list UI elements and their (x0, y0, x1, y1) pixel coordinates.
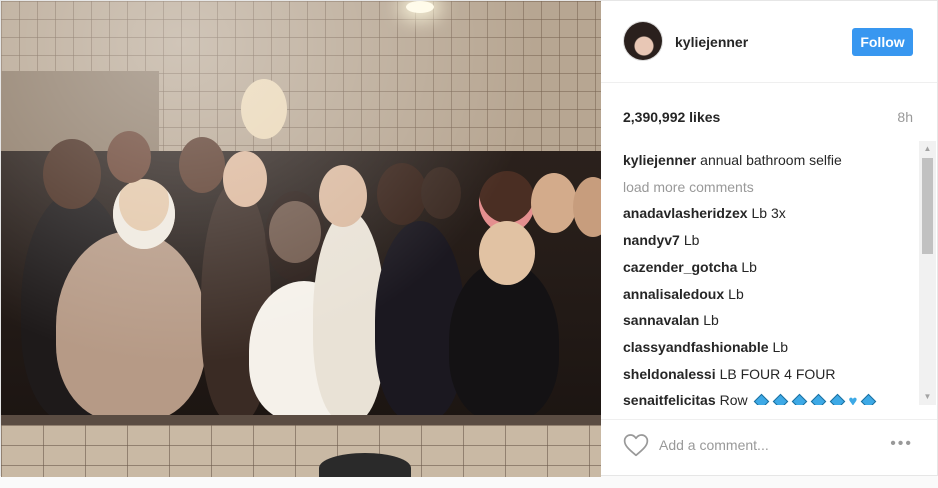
like-heart-icon[interactable] (623, 433, 649, 457)
mirror-glare (1, 1, 601, 421)
comment-username[interactable]: nandyv7 (623, 232, 680, 248)
comment-username[interactable]: classyandfashionable (623, 339, 769, 355)
post-side-panel: kyliejenner Follow 2,390,992 likes 8h ky… (601, 1, 938, 477)
comment-text: Lb (703, 312, 719, 329)
comment-text: Lb 3x (751, 205, 786, 222)
scrollbar-thumb[interactable] (922, 158, 933, 254)
add-comment-input[interactable] (659, 434, 879, 456)
follow-button[interactable]: Follow (852, 28, 913, 56)
comment: senaitfelicitas Row ♥ (623, 387, 919, 405)
wall-tiles (1, 425, 601, 477)
comment-text: Lb (728, 285, 744, 302)
avatar[interactable] (623, 21, 663, 61)
diamond-icon (772, 393, 788, 405)
caption: kyliejenner annual bathroom selfie (623, 147, 919, 174)
comment-username[interactable]: senaitfelicitas (623, 392, 716, 405)
post-footer: ••• (601, 419, 937, 469)
comments-list: kyliejenner annual bathroom selfie load m… (623, 147, 919, 405)
diamond-icon (791, 393, 807, 405)
comment-text: Lb (683, 232, 700, 249)
comment: classyandfashionable Lb (623, 334, 919, 361)
comments-scrollbar[interactable]: ▲ ▼ (919, 141, 936, 405)
comment-username[interactable]: sheldonalessi (623, 366, 716, 382)
trash-bin (319, 453, 411, 477)
comment: nandyv7 Lb (623, 227, 919, 254)
diamond-icon (753, 393, 769, 405)
post-time[interactable]: 8h (897, 109, 913, 125)
comment-text: Lb (772, 338, 789, 355)
comment: cazender_gotcha Lb (623, 254, 919, 281)
post-header: kyliejenner Follow (601, 1, 937, 83)
comment-text: Lb (741, 258, 757, 275)
heart-emoji-icon: ♥ (848, 393, 858, 405)
author-username[interactable]: kyliejenner (675, 34, 748, 50)
comment-text: Row (719, 392, 748, 405)
caption-text: annual bathroom selfie (700, 152, 842, 168)
comment: sheldonalessi LB FOUR 4 FOUR (623, 361, 919, 388)
scroll-up-arrow-icon[interactable]: ▲ (919, 141, 936, 157)
mirror-edge (1, 415, 601, 425)
comment-username[interactable]: kyliejenner (623, 152, 696, 168)
comment: sannavalan Lb (623, 307, 919, 334)
likes-count[interactable]: 2,390,992 likes (623, 109, 720, 125)
more-options-icon[interactable]: ••• (890, 434, 913, 454)
comment-username[interactable]: anadavlasheridzex (623, 205, 748, 221)
post-photo[interactable] (1, 1, 601, 477)
comment-text: LB FOUR 4 FOUR (719, 365, 836, 382)
diamond-icon (829, 393, 845, 405)
comment: anadavlasheridzex Lb 3x (623, 200, 919, 227)
emoji-row: ♥ (753, 393, 877, 405)
comment-username[interactable]: sannavalan (623, 312, 699, 328)
load-more-comments[interactable]: load more comments (623, 174, 919, 201)
comment: annalisaledoux Lb (623, 281, 919, 308)
instagram-post: kyliejenner Follow 2,390,992 likes 8h ky… (0, 0, 938, 477)
avatar-image (624, 22, 662, 60)
diamond-icon (861, 393, 877, 405)
comment-username[interactable]: cazender_gotcha (623, 259, 737, 275)
scroll-down-arrow-icon[interactable]: ▼ (919, 389, 936, 405)
diamond-icon (810, 393, 826, 405)
comment-username[interactable]: annalisaledoux (623, 286, 724, 302)
